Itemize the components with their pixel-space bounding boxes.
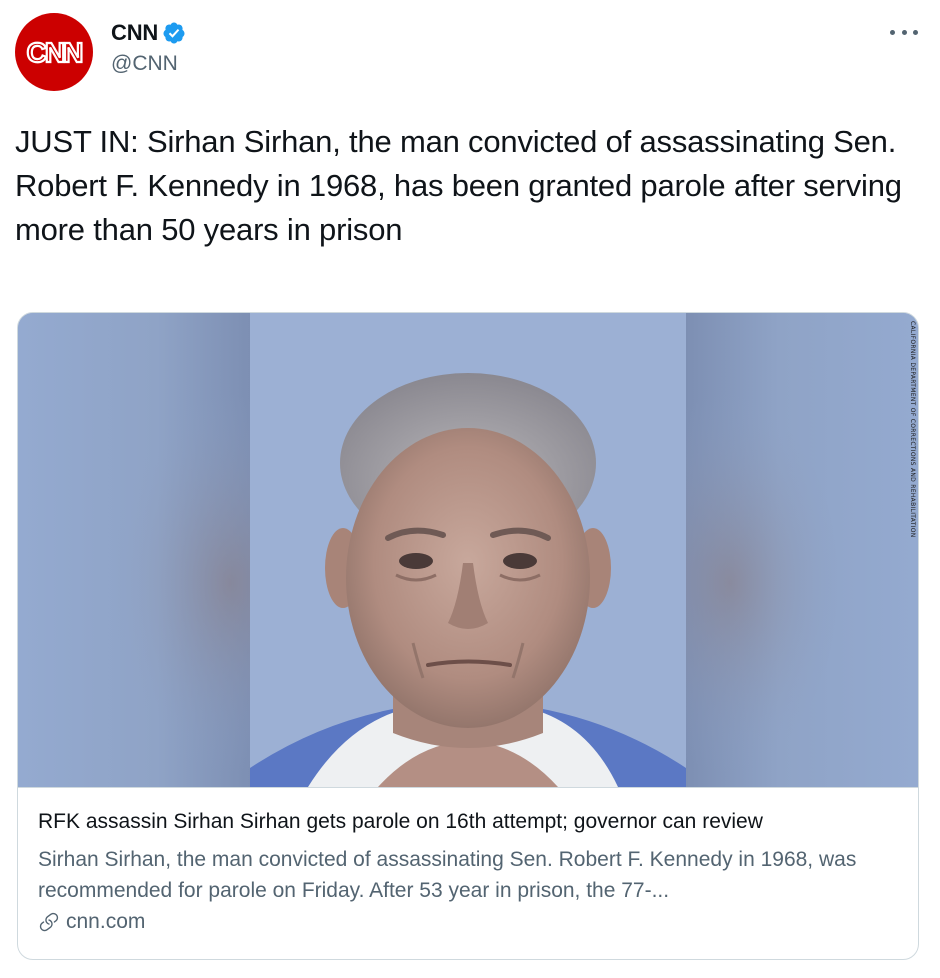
link-icon xyxy=(39,912,59,932)
image-credit: CALIFORNIA DEPARTMENT OF CORRECTIONS AND… xyxy=(909,321,916,538)
card-image[interactable]: CALIFORNIA DEPARTMENT OF CORRECTIONS AND… xyxy=(18,313,918,787)
tweet-text: JUST IN: Sirhan Sirhan, the man convicte… xyxy=(15,124,902,247)
link-card[interactable]: CALIFORNIA DEPARTMENT OF CORRECTIONS AND… xyxy=(17,312,919,960)
handle[interactable]: @CNN xyxy=(111,52,178,76)
card-divider xyxy=(18,787,918,788)
card-description: Sirhan Sirhan, the man convicted of assa… xyxy=(38,848,857,902)
card-title: RFK assassin Sirhan Sirhan gets parole o… xyxy=(38,810,763,833)
card-domain: cnn.com xyxy=(38,910,145,934)
card-domain-text[interactable]: cnn.com xyxy=(66,910,145,934)
author-name-row: CNN xyxy=(111,20,186,46)
svg-text:CNN: CNN xyxy=(27,37,82,68)
cnn-logo: CNN xyxy=(26,36,86,69)
more-icon[interactable] xyxy=(890,22,918,42)
tweet: CNN CNN @CNN JUST IN: Sirhan Sirhan, the… xyxy=(0,0,940,978)
avatar[interactable]: CNN xyxy=(15,13,93,91)
display-name[interactable]: CNN xyxy=(111,20,158,46)
verified-badge-icon xyxy=(163,22,185,44)
